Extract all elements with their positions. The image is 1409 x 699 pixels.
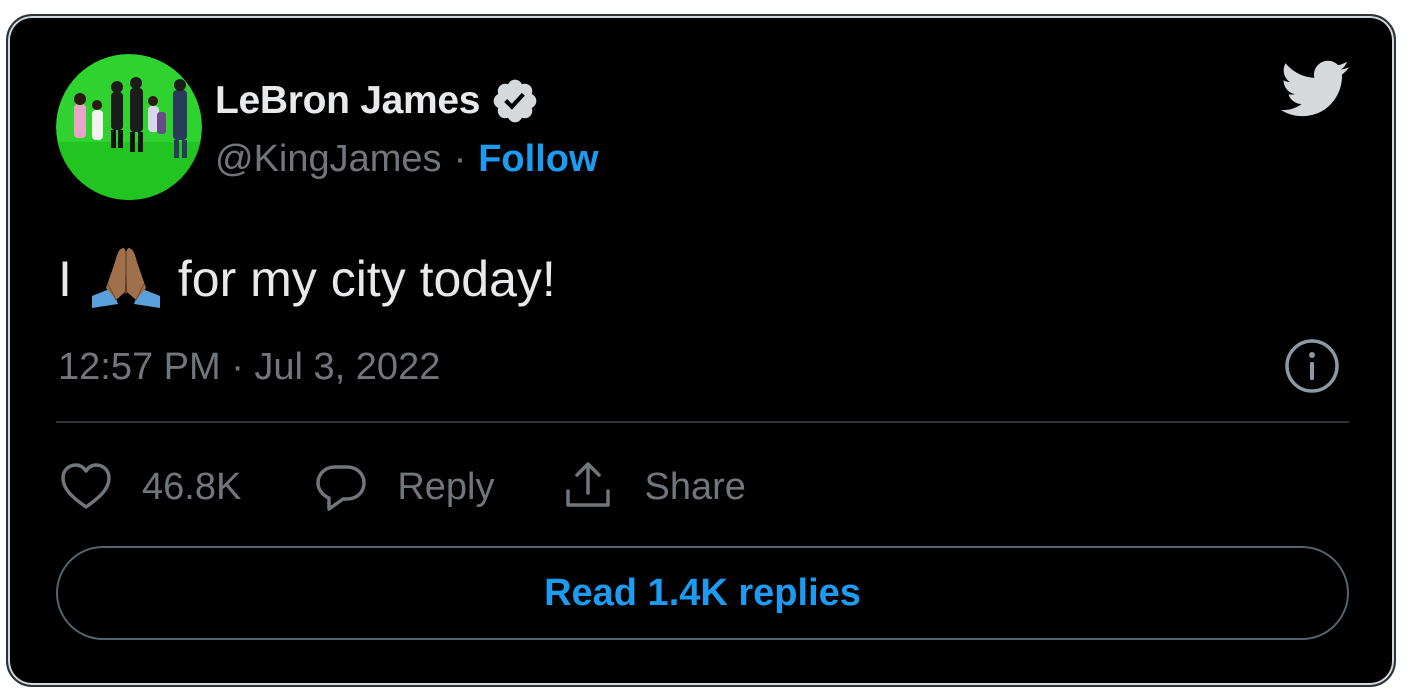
like-button[interactable]: 46.8K	[58, 459, 241, 515]
comment-bubble-icon	[316, 465, 367, 511]
twitter-bird-icon[interactable]	[1278, 58, 1350, 122]
share-button[interactable]: Share	[560, 459, 746, 515]
author-name[interactable]: LeBron James	[215, 79, 480, 123]
tweet-embed-card: LeBron James @KingJames · Follow I for m…	[6, 14, 1396, 687]
avatar-image	[56, 54, 202, 200]
divider	[56, 421, 1349, 423]
reply-label: Reply	[397, 465, 495, 508]
tweet-timestamp[interactable]: 12:57 PM · Jul 3, 2022	[58, 342, 440, 392]
share-upload-icon	[566, 462, 611, 507]
follow-link[interactable]: Follow	[478, 138, 598, 181]
author-handle-row: @KingJames · Follow	[215, 134, 599, 184]
heart-icon	[61, 463, 111, 509]
share-label: Share	[644, 465, 746, 508]
info-icon[interactable]	[1284, 338, 1340, 394]
like-count: 46.8K	[142, 465, 242, 508]
verified-badge-icon	[490, 76, 540, 126]
avatar[interactable]	[56, 54, 202, 200]
author-name-row: LeBron James	[215, 74, 540, 128]
reply-button[interactable]: Reply	[313, 459, 494, 515]
tweet-text-start: I	[58, 251, 72, 307]
tweet-text-end: for my city today!	[177, 251, 556, 307]
read-replies-button[interactable]: Read 1.4K replies	[56, 546, 1349, 640]
folded-hands-emoji-icon	[86, 244, 166, 314]
author-handle[interactable]: @KingJames	[215, 138, 442, 181]
tweet-actions: 46.8K Reply Share	[58, 456, 746, 518]
tweet-text: I for my city today!	[58, 244, 556, 314]
separator-dot: ·	[453, 137, 467, 180]
